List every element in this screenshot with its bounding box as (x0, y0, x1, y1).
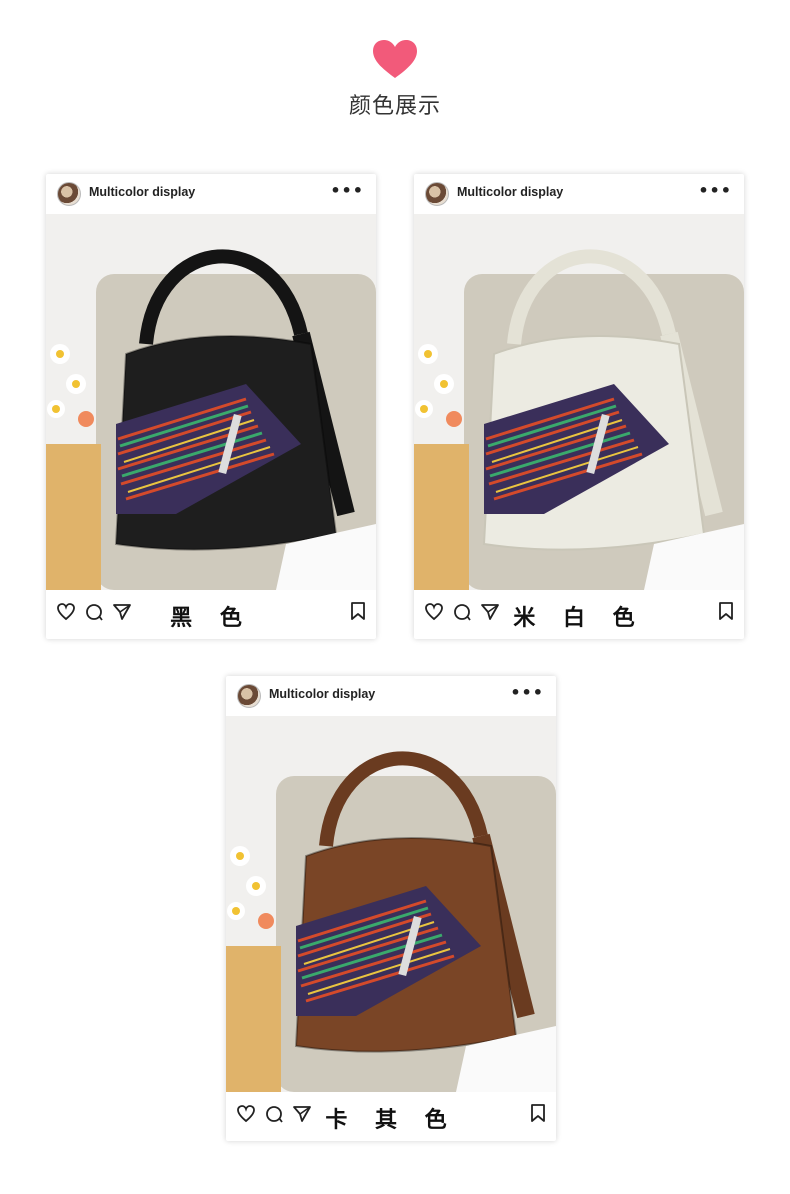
product-card: Multicolor display ••• (226, 676, 556, 1141)
card-header: Multicolor display ••• (46, 174, 376, 212)
section-title: 颜色展示 (348, 94, 441, 119)
avatar[interactable] (57, 182, 81, 206)
card-header: Multicolor display ••• (414, 174, 744, 212)
bookmark-icon[interactable] (718, 602, 734, 620)
bookmark-icon[interactable] (530, 1104, 546, 1122)
heart-icon (373, 40, 417, 78)
product-photo (46, 214, 376, 590)
more-dots-icon[interactable]: ••• (330, 181, 364, 200)
color-name: 米 白 色 (513, 606, 645, 631)
product-photo (414, 214, 744, 590)
avatar[interactable] (237, 684, 261, 708)
bookmark-icon[interactable] (350, 602, 366, 620)
product-photo (226, 716, 556, 1092)
card-actions: 黑 色 (46, 594, 376, 634)
product-card: Multicolor display ••• (46, 174, 376, 639)
color-name: 黑 色 (170, 606, 252, 631)
product-card: Multicolor display ••• (414, 174, 744, 639)
account-name[interactable]: Multicolor display (89, 185, 195, 199)
card-actions: 米 白 色 (414, 594, 744, 634)
color-name: 卡 其 色 (325, 1108, 457, 1133)
more-dots-icon[interactable]: ••• (510, 683, 544, 702)
avatar[interactable] (425, 182, 449, 206)
heart-decoration (0, 38, 790, 84)
more-dots-icon[interactable]: ••• (698, 181, 732, 200)
account-name[interactable]: Multicolor display (269, 687, 375, 701)
card-actions: 卡 其 色 (226, 1096, 556, 1136)
account-name[interactable]: Multicolor display (457, 185, 563, 199)
card-header: Multicolor display ••• (226, 676, 556, 714)
